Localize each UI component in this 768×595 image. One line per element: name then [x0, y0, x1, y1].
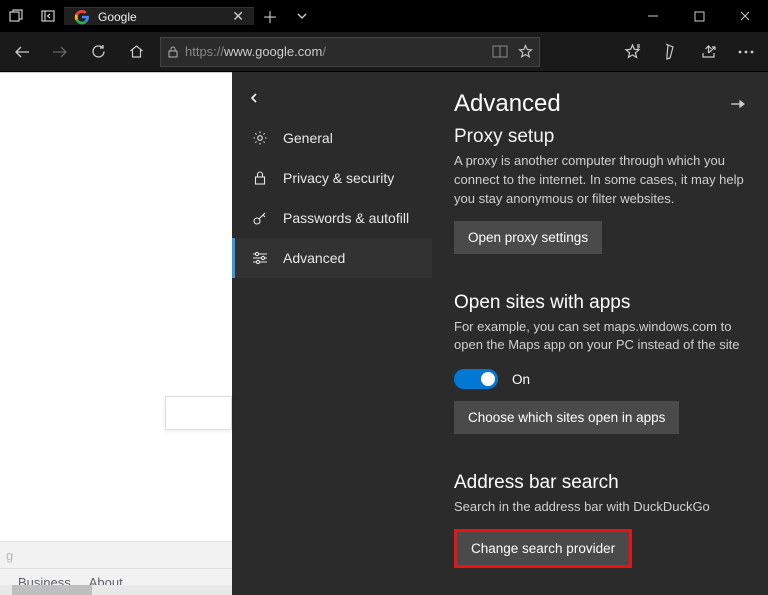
titlebar-left: Google ✕ ＋ — [0, 0, 318, 32]
tab-actions-icon[interactable] — [286, 10, 318, 22]
section-opensites-desc: For example, you can set maps.windows.co… — [454, 318, 746, 356]
back-button[interactable] — [4, 34, 40, 70]
choose-sites-button[interactable]: Choose which sites open in apps — [454, 401, 679, 434]
nav-label: Passwords & autofill — [283, 210, 409, 226]
sliders-icon — [251, 251, 269, 265]
nav-label: General — [283, 130, 333, 146]
nav-label: Advanced — [283, 250, 345, 266]
set-aside-tabs-icon[interactable] — [32, 10, 64, 22]
highlight-box: Change search provider — [454, 529, 632, 568]
nav-general[interactable]: General — [232, 118, 432, 158]
nav-advanced[interactable]: Advanced — [232, 238, 432, 278]
nav-label: Privacy & security — [283, 170, 394, 186]
minimize-button[interactable] — [630, 0, 676, 32]
settings-page-title: Advanced — [454, 90, 561, 118]
notes-icon[interactable] — [652, 34, 688, 70]
forward-button[interactable] — [42, 34, 78, 70]
settings-nav: General Privacy & security Passwords & a… — [232, 72, 432, 595]
home-button[interactable] — [118, 34, 154, 70]
gear-icon — [251, 130, 269, 146]
page-google: g Business About — [0, 72, 232, 595]
section-address-desc: Search in the address bar with DuckDuckG… — [454, 498, 746, 517]
nav-privacy[interactable]: Privacy & security — [232, 158, 432, 198]
tabs-overview-icon[interactable] — [0, 9, 32, 23]
settings-panel: General Privacy & security Passwords & a… — [232, 72, 768, 595]
scrollbar-thumb[interactable] — [12, 585, 92, 595]
new-tab-button[interactable]: ＋ — [254, 4, 286, 28]
more-menu-icon[interactable] — [728, 34, 764, 70]
google-search-input[interactable] — [165, 396, 232, 430]
address-bar[interactable]: https://www.google.com/ — [160, 37, 540, 67]
key-icon — [251, 210, 269, 226]
urlbar-actions — [492, 44, 533, 59]
close-window-button[interactable] — [722, 0, 768, 32]
toggle-label: On — [512, 372, 530, 387]
maximize-button[interactable] — [676, 0, 722, 32]
settings-back-button[interactable] — [232, 86, 432, 118]
favorite-star-icon[interactable] — [518, 44, 533, 59]
reading-view-icon[interactable] — [492, 45, 508, 58]
section-address-title: Address bar search — [454, 472, 746, 494]
titlebar: Google ✕ ＋ — [0, 0, 768, 32]
share-icon[interactable] — [690, 34, 726, 70]
content-area: g Business About General Privacy & secur… — [0, 72, 768, 595]
settings-header: Advanced — [454, 90, 746, 118]
horizontal-scrollbar[interactable] — [0, 585, 232, 595]
google-favicon-icon — [74, 9, 90, 25]
lock-icon — [167, 45, 179, 59]
open-sites-toggle[interactable] — [454, 369, 498, 389]
settings-main: Advanced Proxy setup A proxy is another … — [432, 72, 768, 595]
pin-icon[interactable] — [730, 97, 746, 111]
browser-tab[interactable]: Google ✕ — [64, 7, 254, 25]
favorites-hub-icon[interactable] — [614, 34, 650, 70]
section-proxy-desc: A proxy is another computer through whic… — [454, 152, 746, 209]
tab-title: Google — [98, 10, 224, 24]
lock-icon — [251, 170, 269, 186]
url-text: https://www.google.com/ — [185, 44, 486, 59]
open-proxy-settings-button[interactable]: Open proxy settings — [454, 221, 602, 254]
section-opensites-title: Open sites with apps — [454, 292, 746, 314]
footer-link[interactable]: g — [6, 548, 13, 563]
toggle-knob — [481, 372, 495, 386]
change-search-provider-button[interactable]: Change search provider — [457, 532, 629, 565]
nav-passwords[interactable]: Passwords & autofill — [232, 198, 432, 238]
section-proxy-title: Proxy setup — [454, 126, 746, 148]
refresh-button[interactable] — [80, 34, 116, 70]
close-tab-icon[interactable]: ✕ — [232, 8, 244, 25]
toolbar: https://www.google.com/ — [0, 32, 768, 72]
google-footer: g Business About — [0, 541, 232, 595]
open-sites-toggle-row: On — [454, 369, 746, 389]
footer-row-1: g — [0, 542, 232, 569]
titlebar-drag-region — [318, 0, 630, 32]
